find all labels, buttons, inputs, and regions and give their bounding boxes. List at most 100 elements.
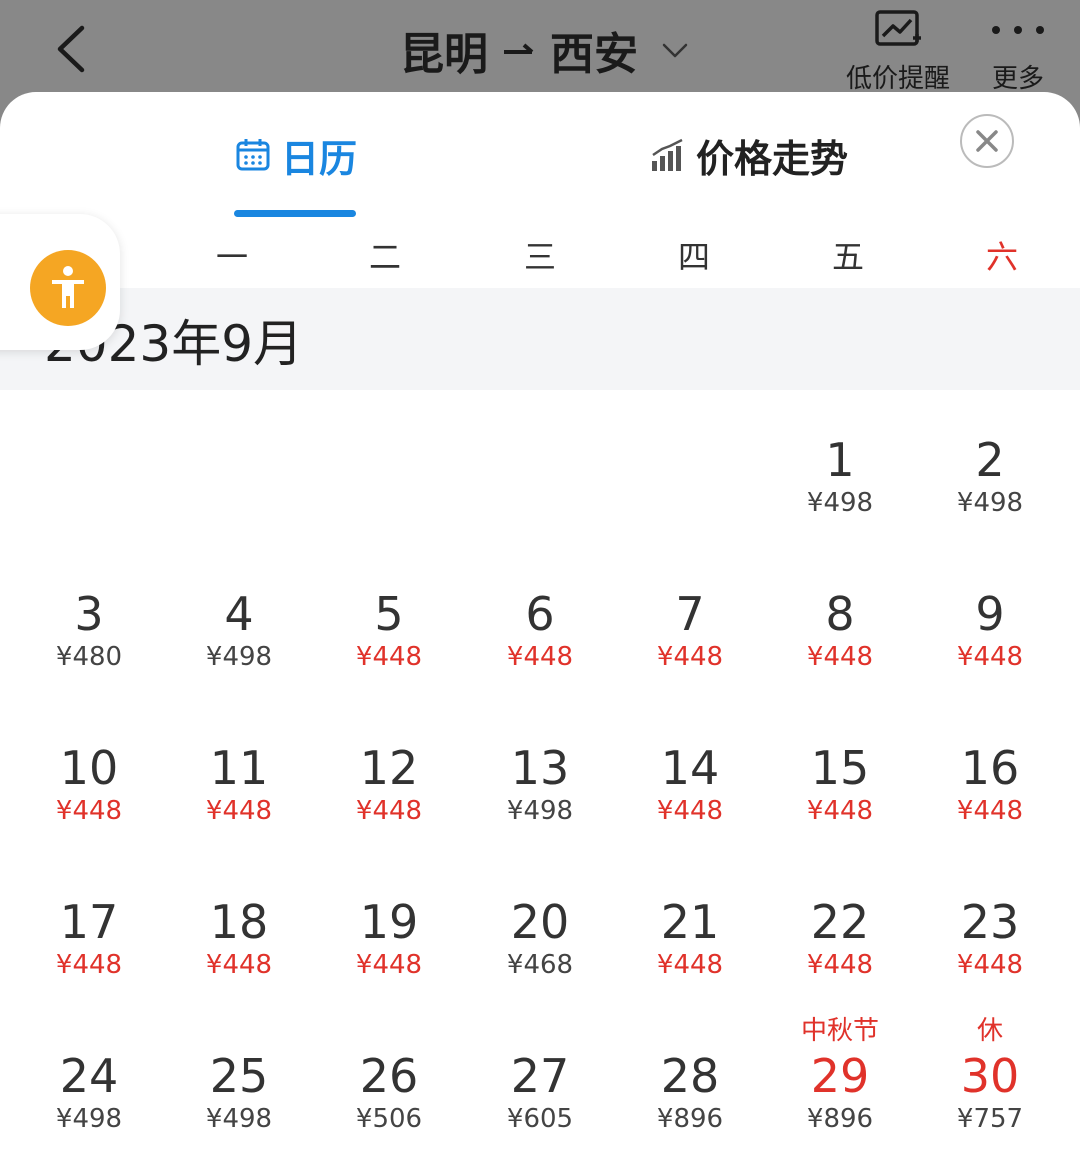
day-number: 6 (525, 587, 555, 641)
calendar-sheet: 日历 价格走势 日 一 二 三 四 五 六 20 (0, 92, 1080, 1161)
active-tab-indicator (234, 210, 356, 217)
tab-calendar-label: 日历 (281, 136, 358, 181)
calendar-day-cell[interactable]: 20 ¥468 (465, 894, 615, 1014)
calendar-day-cell[interactable]: 1 ¥498 (765, 432, 915, 552)
day-price: ¥448 (806, 642, 874, 672)
weekday-header: 日 一 二 三 四 五 六 (0, 232, 1080, 288)
weekday-thu: 四 (677, 238, 710, 276)
day-number: 11 (209, 741, 269, 795)
calendar-day-cell[interactable]: 26 ¥506 (314, 1048, 464, 1161)
day-number: 14 (660, 741, 720, 795)
month-header: 2023年9月 (0, 288, 1080, 390)
day-price: ¥448 (956, 950, 1024, 980)
day-price: ¥498 (205, 1104, 273, 1134)
calendar-day-cell[interactable]: 4 ¥498 (164, 586, 314, 706)
day-number: 7 (675, 587, 705, 641)
calendar-day-cell[interactable]: 27 ¥605 (465, 1048, 615, 1161)
day-price: ¥448 (806, 950, 874, 980)
low-price-alert-label: 低价提醒 (845, 64, 950, 94)
calendar-day-cell[interactable]: 中秋节 29 ¥896 (765, 1016, 915, 1161)
day-number: 13 (510, 741, 570, 795)
calendar-day-cell[interactable]: 10 ¥448 (14, 740, 164, 860)
tab-price-trend-label: 价格走势 (696, 136, 849, 181)
accessibility-button[interactable] (30, 250, 106, 326)
holiday-label: 中秋节 (800, 1016, 879, 1046)
day-number: 30 (960, 1049, 1020, 1103)
calendar-day-cell[interactable]: 23 ¥448 (915, 894, 1065, 1014)
day-number: 16 (960, 741, 1020, 795)
tab-calendar[interactable]: 日历 (235, 130, 358, 181)
calendar-day-cell[interactable]: 12 ¥448 (314, 740, 464, 860)
calendar-day-cell[interactable]: 22 ¥448 (765, 894, 915, 1014)
calendar-day-cell[interactable]: 6 ¥448 (465, 586, 615, 706)
calendar-day-cell[interactable]: 25 ¥498 (164, 1048, 314, 1161)
tab-bar: 日历 价格走势 (0, 92, 1080, 222)
more-dots-icon (992, 26, 1044, 34)
day-number: 23 (960, 895, 1020, 949)
day-number: 29 (810, 1049, 870, 1103)
tab-price-trend[interactable]: 价格走势 (650, 130, 849, 181)
day-number: 19 (359, 895, 419, 949)
calendar-day-cell[interactable]: 24 ¥498 (14, 1048, 164, 1161)
day-price: ¥448 (355, 642, 423, 672)
calendar-day-cell[interactable]: 28 ¥896 (615, 1048, 765, 1161)
origin-city: 昆明 (400, 29, 488, 80)
calendar-day-cell[interactable]: 3 ¥480 (14, 586, 164, 706)
day-number: 15 (810, 741, 870, 795)
day-price: ¥448 (956, 796, 1024, 826)
day-price: ¥468 (506, 950, 574, 980)
calendar-day-cell[interactable]: 18 ¥448 (164, 894, 314, 1014)
day-price: ¥480 (55, 642, 123, 672)
calendar-day-cell[interactable]: 5 ¥448 (314, 586, 464, 706)
day-number: 9 (975, 587, 1005, 641)
calendar-day-cell[interactable]: 13 ¥498 (465, 740, 615, 860)
more-button[interactable]: 更多 (958, 8, 1078, 94)
day-number: 1 (825, 433, 855, 487)
low-price-alert-button[interactable]: 低价提醒 (838, 8, 958, 94)
calendar-day-cell[interactable]: 2 ¥498 (915, 432, 1065, 552)
back-button[interactable] (48, 22, 98, 76)
calendar-day-cell[interactable]: 17 ¥448 (14, 894, 164, 1014)
route-selector[interactable]: 昆明 西安 (400, 20, 690, 80)
day-price: ¥605 (506, 1104, 574, 1134)
day-price: ¥448 (55, 796, 123, 826)
day-number: 26 (359, 1049, 419, 1103)
calendar-day-cell[interactable]: 21 ¥448 (615, 894, 765, 1014)
day-number: 5 (374, 587, 404, 641)
close-icon (976, 130, 998, 152)
weekday-mon: 一 (215, 238, 248, 276)
day-number: 17 (59, 895, 119, 949)
day-price: ¥448 (205, 950, 273, 980)
calendar-day-cell[interactable]: 7 ¥448 (615, 586, 765, 706)
calendar-day-cell[interactable]: 11 ¥448 (164, 740, 314, 860)
day-price: ¥448 (656, 642, 724, 672)
close-button[interactable] (960, 114, 1014, 168)
day-number: 18 (209, 895, 269, 949)
calendar-day-cell[interactable]: 9 ¥448 (915, 586, 1065, 706)
weekday-sat: 六 (985, 238, 1018, 276)
weekday-fri: 五 (831, 238, 864, 276)
accessibility-person-icon (52, 266, 84, 308)
calendar-day-cell[interactable]: 19 ¥448 (314, 894, 464, 1014)
arrow-right-icon (504, 43, 534, 54)
day-price: ¥448 (55, 950, 123, 980)
day-number: 25 (209, 1049, 269, 1103)
day-price: ¥498 (806, 488, 874, 518)
day-price: ¥448 (355, 796, 423, 826)
day-price: ¥448 (355, 950, 423, 980)
calendar-day-cell[interactable]: 8 ¥448 (765, 586, 915, 706)
day-price: ¥498 (956, 488, 1024, 518)
chevron-left-icon (57, 25, 85, 73)
weekday-tue: 二 (368, 238, 401, 276)
day-price: ¥498 (55, 1104, 123, 1134)
calendar-day-cell[interactable]: 休 30 ¥757 (915, 1016, 1065, 1161)
day-price: ¥896 (656, 1104, 724, 1134)
day-number: 21 (660, 895, 720, 949)
day-price: ¥498 (205, 642, 273, 672)
day-price: ¥757 (956, 1104, 1024, 1134)
calendar-day-cell[interactable]: 14 ¥448 (615, 740, 765, 860)
day-price: ¥448 (506, 642, 574, 672)
bar-chart-trend-icon (652, 138, 683, 171)
calendar-day-cell[interactable]: 15 ¥448 (765, 740, 915, 860)
calendar-day-cell[interactable]: 16 ¥448 (915, 740, 1065, 860)
